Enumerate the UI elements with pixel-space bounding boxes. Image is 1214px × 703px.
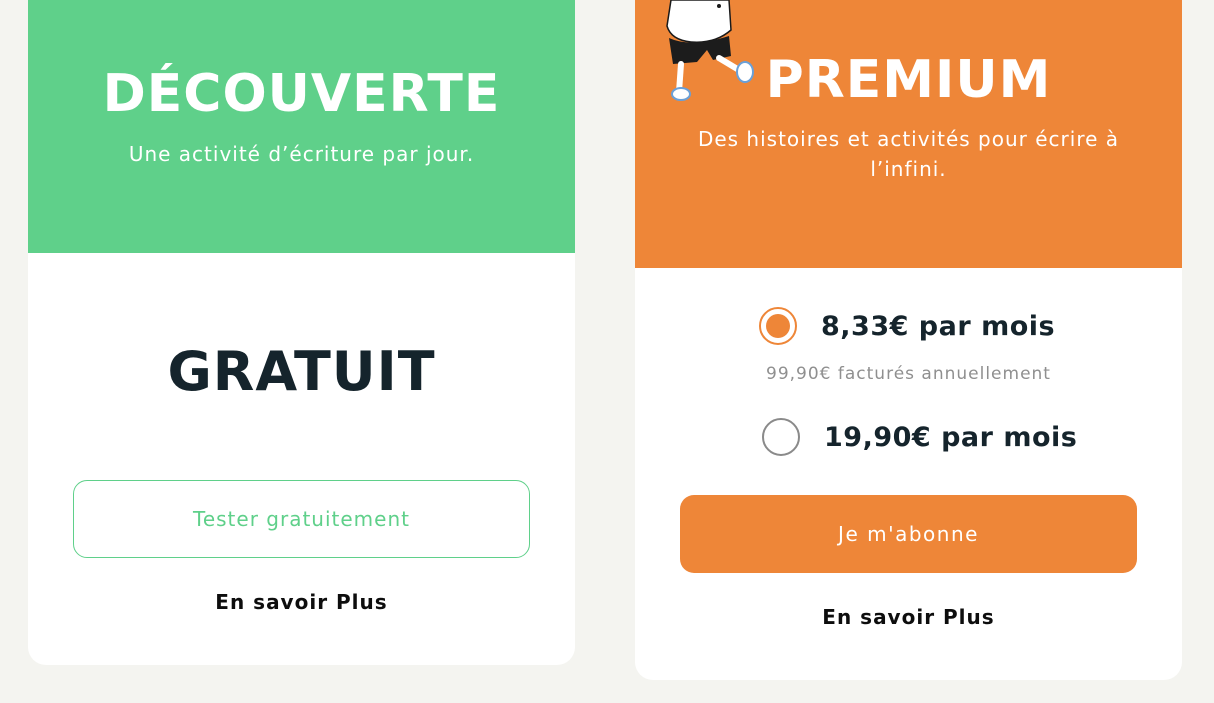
annual-price-option[interactable]: 8,33€ par mois: [759, 307, 1055, 345]
monthly-price-label: 19,90€ par mois: [824, 421, 1078, 453]
premium-plan-subtitle: Des histoires et activités pour écrire à…: [697, 127, 1120, 181]
try-free-button[interactable]: Tester gratuitement: [73, 480, 530, 558]
premium-learn-more-link[interactable]: En savoir Plus: [635, 605, 1182, 629]
premium-plan-card: PREMIUM Des histoires et activités pour …: [635, 0, 1182, 680]
annual-radio-button[interactable]: [759, 307, 797, 345]
free-plan-price: GRATUIT: [167, 340, 436, 403]
free-plan-card: DÉCOUVERTE Une activité d’écriture par j…: [28, 0, 575, 665]
free-learn-more-link[interactable]: En savoir Plus: [28, 590, 575, 614]
premium-plan-title: PREMIUM: [765, 50, 1052, 110]
monthly-radio-button[interactable]: [762, 418, 800, 456]
monthly-price-option[interactable]: 19,90€ par mois: [762, 418, 1077, 456]
annual-billing-note: 99,90€ facturés annuellement: [766, 364, 1051, 384]
premium-plan-banner: PREMIUM Des histoires et activités pour …: [635, 0, 1182, 268]
annual-price-label: 8,33€ par mois: [821, 310, 1056, 342]
free-plan-subtitle: Une activité d’écriture par jour.: [128, 142, 475, 166]
subscribe-button[interactable]: Je m'abonne: [680, 495, 1137, 573]
free-plan-banner: DÉCOUVERTE Une activité d’écriture par j…: [28, 0, 575, 253]
free-plan-title: DÉCOUVERTE: [102, 64, 501, 124]
